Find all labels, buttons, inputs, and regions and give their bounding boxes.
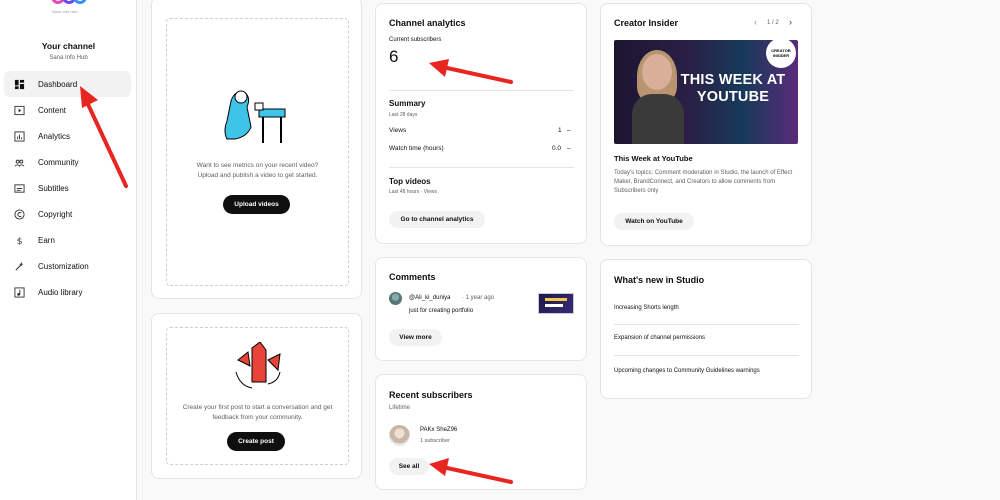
analytics-title: Channel analytics — [389, 18, 466, 28]
dashboard-icon — [13, 78, 25, 90]
logo-subtitle: Sana Info Hub — [52, 9, 78, 14]
upload-dropzone — [166, 18, 349, 286]
see-all-subscribers-button[interactable]: See all — [389, 458, 429, 475]
whats-new-item[interactable]: Increasing Shorts length — [614, 305, 679, 311]
create-post-illustration-icon — [235, 342, 281, 389]
watch-on-youtube-button[interactable]: Watch on YouTube — [614, 213, 694, 230]
analytics-icon — [13, 130, 25, 142]
comment-video-thumbnail[interactable] — [538, 293, 574, 314]
creator-insider-card: Creator Insider ‹ 1 / 2 › THIS WEEK AT Y… — [600, 3, 812, 246]
video-thumbnail[interactable]: THIS WEEK AT YOUTUBE CREATOR INSIDER — [614, 40, 798, 144]
whats-new-item[interactable]: Upcoming changes to Community Guidelines… — [614, 366, 774, 376]
subscriber-avatar[interactable] — [389, 425, 410, 446]
channel-analytics-card: Channel analytics Current subscribers 6 … — [375, 3, 587, 244]
sidebar-item-label: Analytics — [38, 131, 71, 141]
audio-library-icon — [13, 286, 25, 298]
pager-indicator: 1 / 2 — [767, 20, 779, 26]
upload-video-card: Want to see metrics on your recent video… — [151, 0, 362, 299]
divider — [614, 324, 799, 325]
divider — [389, 167, 574, 168]
earn-icon: $ — [13, 234, 25, 246]
upload-prompt-text: Want to see metrics on your recent video… — [196, 162, 319, 179]
creator-insider-title: Creator Insider — [614, 18, 679, 28]
annotation-arrow-dashboard — [80, 86, 128, 188]
annotation-arrow-subscribers — [429, 59, 513, 84]
your-channel-title: Your channel — [41, 41, 96, 51]
creator-insider-badge: CREATOR INSIDER — [766, 40, 796, 68]
copyright-icon — [13, 208, 25, 220]
comment-time: · 1 year ago — [462, 295, 495, 301]
sidebar-item-label: Earn — [38, 235, 55, 245]
thumbnail-text: THIS WEEK AT YOUTUBE — [680, 72, 786, 105]
go-to-channel-analytics-button[interactable]: Go to channel analytics — [389, 211, 485, 228]
video-description: Today's topics: Comment moderation in St… — [614, 170, 793, 194]
view-more-comments-button[interactable]: View more — [389, 329, 442, 346]
sidebar-item-label: Copyright — [38, 209, 73, 219]
divider — [389, 90, 574, 91]
views-value: 1 — [558, 127, 562, 134]
top-videos-title: Top videos — [389, 177, 431, 186]
next-icon[interactable]: › — [789, 17, 792, 27]
svg-text:$: $ — [16, 236, 22, 246]
content-icon — [13, 104, 25, 116]
channel-logo[interactable] — [51, 0, 91, 8]
sidebar-item-label: Content — [38, 105, 67, 115]
create-post-prompt-text: Create your first post to start a conver… — [182, 404, 333, 421]
current-subscribers-label: Current subscribers — [389, 37, 442, 43]
views-label: Views — [389, 127, 407, 134]
comments-card: Comments @Ali_ki_duniya · 1 year ago jus… — [375, 257, 587, 361]
create-post-button[interactable]: Create post — [227, 432, 285, 451]
subscriber-name[interactable]: PAKx SheZ96 — [420, 427, 457, 433]
sidebar-item-label: Customization — [38, 261, 89, 271]
channel-name: Sana Info Hub — [49, 55, 88, 61]
commenter-avatar[interactable] — [389, 292, 402, 305]
watch-time-value: 0.0 — [552, 145, 562, 152]
video-title[interactable]: This Week at YouTube — [614, 154, 693, 163]
annotation-arrow-see-all — [429, 458, 513, 484]
sidebar-item-label: Subtitles — [38, 183, 69, 193]
views-trend-dash: – — [567, 127, 571, 134]
summary-title: Summary — [389, 99, 426, 108]
current-subscribers-value: 6 — [389, 47, 399, 66]
top-videos-period: Last 48 hours · Views — [389, 189, 437, 195]
watch-time-label: Watch time (hours) — [389, 145, 444, 152]
customization-icon — [13, 260, 25, 272]
whats-new-title: What's new in Studio — [614, 275, 705, 285]
recent-subscribers-title: Recent subscribers — [389, 390, 473, 400]
upload-illustration-icon — [224, 90, 286, 143]
sidebar-item-earn[interactable]: $ Earn — [4, 227, 131, 253]
sidebar-item-label: Audio library — [38, 287, 83, 297]
whats-new-item[interactable]: Expansion of channel permissions — [614, 335, 705, 341]
comments-title: Comments — [389, 272, 436, 282]
previous-icon[interactable]: ‹ — [754, 17, 757, 27]
sidebar-item-customization[interactable]: Customization — [4, 253, 131, 279]
comment-author[interactable]: @Ali_ki_duniya — [409, 295, 450, 301]
subscriber-count: 1 subscriber — [420, 438, 450, 444]
watch-time-trend-dash: – — [567, 145, 571, 152]
create-post-card: Create your first post to start a conver… — [151, 313, 362, 479]
sidebar: Sana Info Hub Your channel Sana Info Hub… — [0, 0, 137, 500]
sidebar-item-copyright[interactable]: Copyright — [4, 201, 131, 227]
comment-text: just for creating portfolio — [409, 308, 474, 314]
whats-new-card: What's new in Studio Increasing Shorts l… — [600, 259, 812, 399]
sidebar-item-audio-library[interactable]: Audio library — [4, 279, 131, 305]
recent-subscribers-period: Lifetime — [389, 405, 411, 411]
divider — [614, 355, 799, 356]
community-icon — [13, 156, 25, 168]
upload-videos-button[interactable]: Upload videos — [223, 195, 290, 214]
subtitles-icon — [13, 182, 25, 194]
summary-period: Last 28 days — [389, 112, 418, 118]
